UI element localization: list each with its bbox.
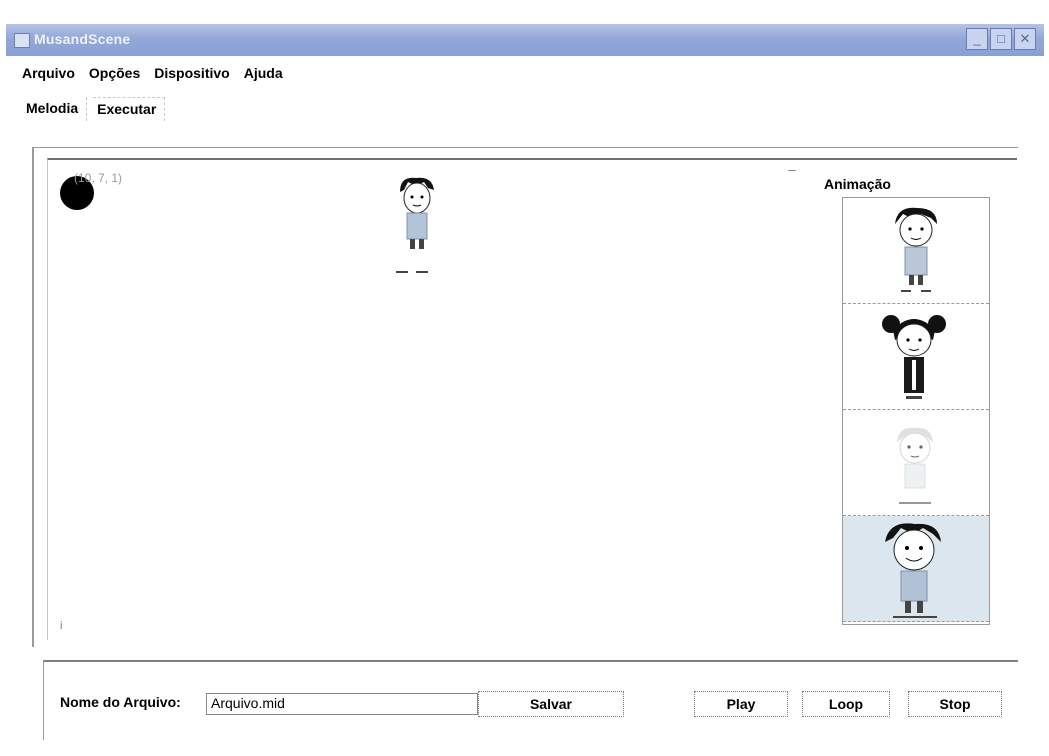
- file-name-input[interactable]: Arquivo.mid: [206, 693, 478, 715]
- animation-item-girl[interactable]: [843, 304, 989, 410]
- window-title: MusandScene: [34, 31, 131, 47]
- boy-character-selected-icon: [885, 523, 941, 618]
- loop-button[interactable]: Loop: [802, 691, 890, 717]
- menu-bar: Arquivo Opções Dispositivo Ajuda: [22, 65, 283, 85]
- minimize-button[interactable]: _: [966, 28, 988, 50]
- file-name-label: Nome do Arquivo:: [60, 694, 181, 710]
- animation-item-boy-selected[interactable]: [843, 516, 989, 622]
- window-titlebar: MusandScene _ □ ✕: [6, 24, 1044, 56]
- boy-character-icon: [895, 207, 937, 292]
- save-button[interactable]: Salvar: [478, 691, 624, 717]
- menu-ajuda[interactable]: Ajuda: [244, 65, 283, 85]
- menu-opcoes[interactable]: Opções: [89, 65, 140, 85]
- animation-list: [842, 197, 990, 625]
- girl-character-icon: [882, 315, 946, 399]
- canvas-mark: i: [60, 620, 63, 632]
- animation-item-boy[interactable]: [843, 198, 989, 304]
- maximize-button[interactable]: □: [990, 28, 1012, 50]
- animation-title: Animação: [824, 176, 891, 192]
- coordinate-readout: (10, 7, 1): [74, 171, 123, 185]
- menu-dispositivo[interactable]: Dispositivo: [154, 65, 229, 85]
- faded-character-icon: [897, 427, 933, 504]
- tab-executar[interactable]: Executar: [93, 97, 166, 121]
- play-button[interactable]: Play: [694, 691, 788, 717]
- canvas-corner-mark: [788, 170, 796, 171]
- app-icon: [14, 33, 30, 48]
- animation-item-faded[interactable]: [843, 410, 989, 516]
- close-button[interactable]: ✕: [1014, 28, 1036, 50]
- menu-arquivo[interactable]: Arquivo: [22, 65, 75, 85]
- tab-bar: Melodia Executar: [22, 97, 171, 121]
- tab-melodia[interactable]: Melodia: [22, 97, 88, 121]
- stop-button[interactable]: Stop: [908, 691, 1002, 717]
